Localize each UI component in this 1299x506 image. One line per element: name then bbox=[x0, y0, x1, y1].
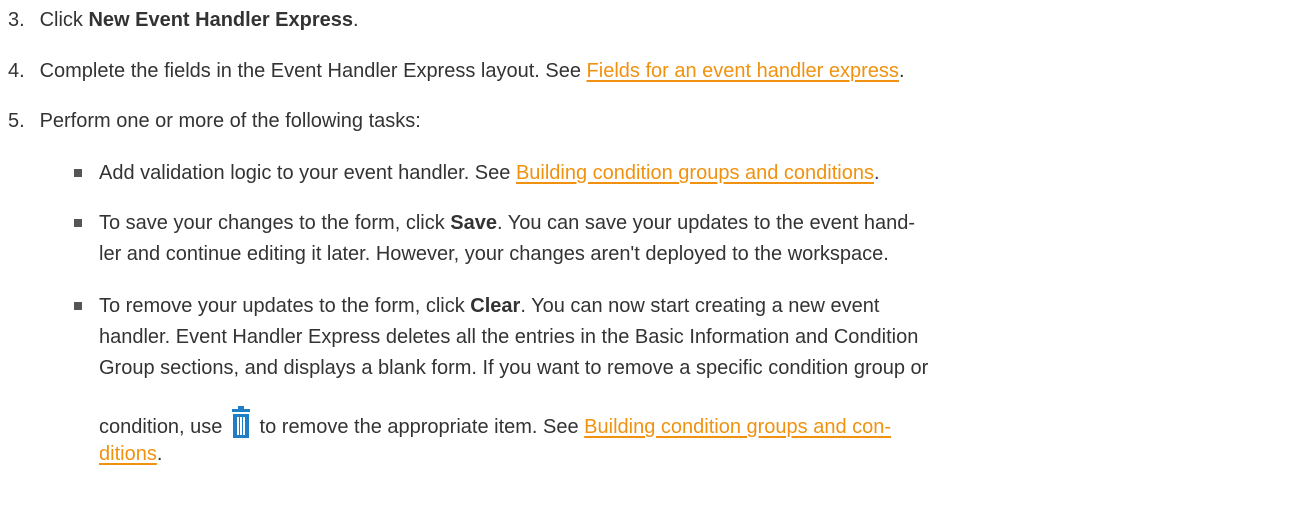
trash-icon bbox=[230, 406, 252, 439]
step-text: Complete the fields in the Event Handler… bbox=[39, 60, 587, 82]
step-number: 4. bbox=[8, 60, 25, 82]
bullet-clear-line2: handler. Event Handler Express deletes a… bbox=[99, 326, 919, 348]
bullet-text-end: . bbox=[156, 443, 163, 465]
step-3: 3. Click New Event Handler Express. bbox=[8, 6, 359, 34]
step-5: 5. Perform one or more of the following … bbox=[8, 107, 421, 135]
bullet-clear-line1: To remove your updates to the form, clic… bbox=[99, 292, 879, 320]
step-number: 5. bbox=[8, 110, 25, 132]
condition-groups-link-2[interactable]: Building condition groups and con- bbox=[584, 416, 891, 438]
bullet-save-line1: To save your changes to the form, click … bbox=[99, 209, 915, 237]
fields-link[interactable]: Fields for an event handler express bbox=[587, 60, 899, 82]
bullet-text: To save your changes to the form, click bbox=[99, 212, 451, 234]
step-text-end: . bbox=[353, 9, 359, 31]
bullet-clear-line3: Group sections, and displays a blank for… bbox=[99, 357, 929, 379]
document-page: 3. Click New Event Handler Express. 4. C… bbox=[0, 0, 1299, 506]
step-bold-term: New Event Handler Express bbox=[88, 9, 354, 31]
bullet-icon bbox=[74, 169, 82, 177]
step-text-end: . bbox=[898, 60, 905, 82]
bullet-text: to remove the appropriate item. See bbox=[253, 416, 585, 438]
condition-groups-link-2-cont[interactable]: ditions bbox=[99, 443, 157, 465]
bullet-save-line2: ler and continue editing it later. Howev… bbox=[99, 243, 889, 265]
bullet-text: Add validation logic to your event handl… bbox=[99, 162, 516, 184]
bullet-clear-line4: condition, use to remove the appropriate… bbox=[99, 406, 891, 441]
bullet-text: To remove your updates to the form, clic… bbox=[99, 295, 471, 317]
clear-term: Clear bbox=[470, 295, 521, 317]
bullet-text-end: . bbox=[873, 162, 880, 184]
bullet-text: . You can save your updates to the event… bbox=[497, 212, 916, 234]
condition-groups-link[interactable]: Building condition groups and conditions bbox=[516, 162, 874, 184]
bullet-text: . You can now start creating a new event bbox=[520, 295, 880, 317]
step-4: 4. Complete the fields in the Event Hand… bbox=[8, 57, 905, 85]
step-text: Perform one or more of the following tas… bbox=[39, 110, 421, 132]
step-number: 3. bbox=[8, 9, 25, 31]
bullet-icon bbox=[74, 302, 82, 310]
bullet-clear-line5: ditions. bbox=[99, 440, 162, 468]
bullet-icon bbox=[74, 219, 82, 227]
bullet-validation: Add validation logic to your event handl… bbox=[99, 159, 880, 187]
save-term: Save bbox=[450, 212, 497, 234]
bullet-text: condition, use bbox=[99, 416, 228, 438]
step-text: Click bbox=[39, 9, 89, 31]
